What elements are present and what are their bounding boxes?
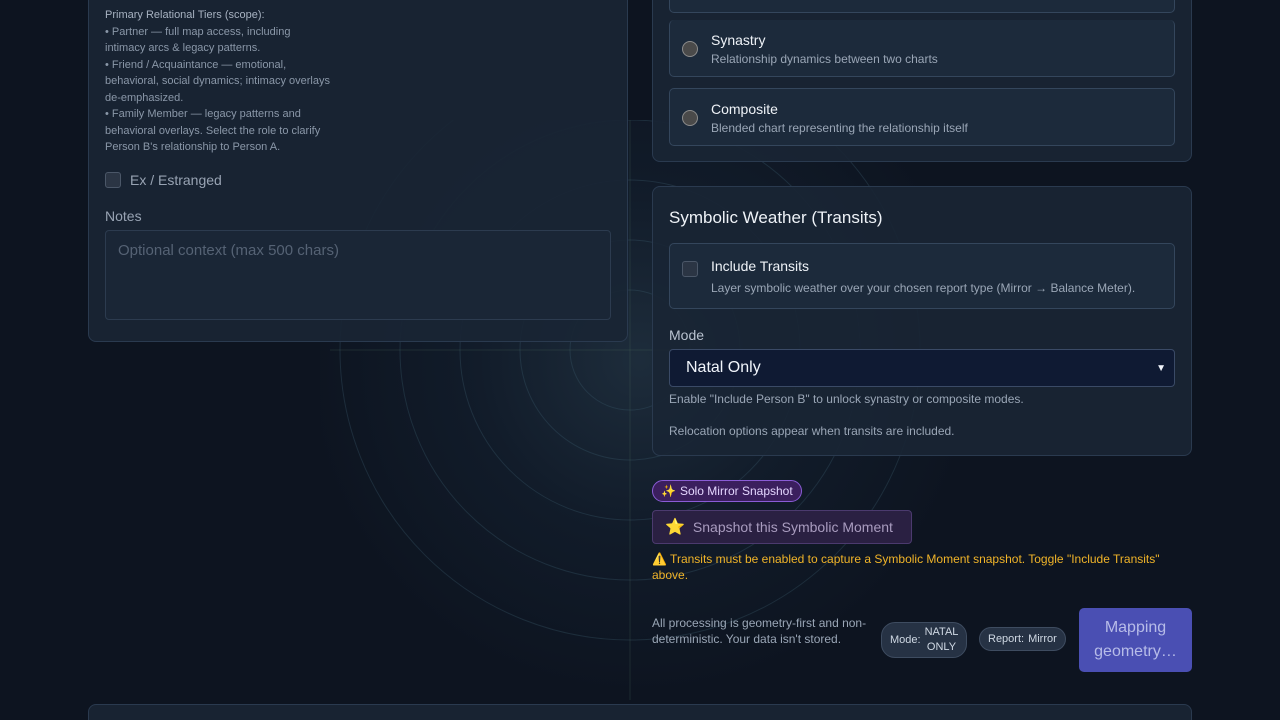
include-transits-title: Include Transits xyxy=(711,258,810,274)
notes-label: Notes xyxy=(105,208,142,224)
mode-pill-value-line: NATAL xyxy=(924,626,959,638)
scope-line: de-emphasized. xyxy=(105,91,184,104)
mode-label: Mode xyxy=(669,327,705,343)
report-option-previous[interactable] xyxy=(669,0,1175,13)
include-transits-option[interactable]: Include Transits Layer symbolic weather … xyxy=(669,243,1175,309)
transits-title: Symbolic Weather (Transits) xyxy=(669,208,883,227)
scope-title: Primary Relational Tiers (scope): xyxy=(105,9,265,21)
submit-mapping-button[interactable]: Mapping geometry… xyxy=(1079,608,1192,672)
sparkles-icon: ✨ xyxy=(661,484,676,498)
option-title: Synastry xyxy=(711,32,766,48)
solo-mirror-badge: ✨ Solo Mirror Snapshot xyxy=(652,480,802,502)
relocation-hint: Relocation options appear when transits … xyxy=(669,424,955,438)
mode-pill: Mode: NATAL ONLY xyxy=(881,622,968,658)
scope-line: • Family Member — legacy patterns and xyxy=(105,108,301,120)
composite-radio[interactable] xyxy=(682,110,698,126)
relational-tiers-info: Primary Relational Tiers (scope): • Part… xyxy=(105,7,365,156)
mode-select[interactable]: Natal Only ▼ xyxy=(669,349,1175,387)
person-b-card: Primary Relational Tiers (scope): • Part… xyxy=(88,0,628,342)
scope-line: intimacy arcs & legacy patterns. xyxy=(105,42,261,54)
synastry-radio[interactable] xyxy=(682,41,698,57)
submit-label-line: geometry… xyxy=(1094,643,1177,660)
ex-estranged-row[interactable]: Ex / Estranged xyxy=(105,172,222,188)
scope-line: behavioral overlays. Select the role to … xyxy=(105,124,321,137)
transits-warning: ⚠️ Transits must be enabled to capture a… xyxy=(652,552,1160,582)
report-type-card: Synastry Relationship dynamics between t… xyxy=(652,0,1192,162)
mode-pill-value-line: ONLY xyxy=(926,641,957,653)
scope-line: • Friend / Acquaintance — emotional, xyxy=(105,58,287,71)
ex-estranged-label: Ex / Estranged xyxy=(130,172,222,188)
mode-pill-value: NATAL ONLY xyxy=(925,625,959,655)
snapshot-button-label: Snapshot this Symbolic Moment xyxy=(692,519,893,535)
mode-select-value: Natal Only xyxy=(686,359,761,376)
transits-card: Symbolic Weather (Transits) Include Tran… xyxy=(652,186,1192,456)
report-option-composite[interactable]: Composite Blended chart representing the… xyxy=(669,88,1175,146)
solo-mirror-label: Solo Mirror Snapshot xyxy=(679,484,793,498)
scope-line: behavioral, social dynamics; intimacy ov… xyxy=(105,75,330,87)
chevron-down-icon: ▼ xyxy=(1156,363,1166,374)
option-desc: Relationship dynamics between two charts xyxy=(711,52,938,66)
notes-textarea[interactable]: Optional context (max 500 chars) xyxy=(105,230,611,320)
ex-estranged-checkbox[interactable] xyxy=(105,172,121,188)
include-transits-checkbox[interactable] xyxy=(682,261,698,277)
option-desc: Blended chart representing the relations… xyxy=(711,121,968,135)
report-pill-key: Report: xyxy=(988,633,1025,645)
report-pill-value: Mirror xyxy=(1028,633,1057,645)
next-section-card xyxy=(88,704,1192,720)
report-pill: Report: Mirror xyxy=(979,627,1066,651)
star-icon: ⭐ xyxy=(665,519,685,536)
snapshot-button[interactable]: ⭐ Snapshot this Symbolic Moment xyxy=(652,510,912,544)
option-title: Composite xyxy=(711,101,778,117)
mode-pill-key: Mode: xyxy=(890,634,921,646)
include-transits-desc: Layer symbolic weather over your chosen … xyxy=(711,281,1136,295)
person-b-hint: Enable "Include Person B" to unlock syna… xyxy=(669,392,1024,406)
submit-label-line: Mapping xyxy=(1104,619,1167,636)
privacy-note: All processing is geometry-first and non… xyxy=(652,616,867,646)
scope-line: Person B's relationship to Person A. xyxy=(105,141,281,153)
scope-line: • Partner — full map access, including xyxy=(105,25,291,38)
report-option-synastry[interactable]: Synastry Relationship dynamics between t… xyxy=(669,20,1175,77)
